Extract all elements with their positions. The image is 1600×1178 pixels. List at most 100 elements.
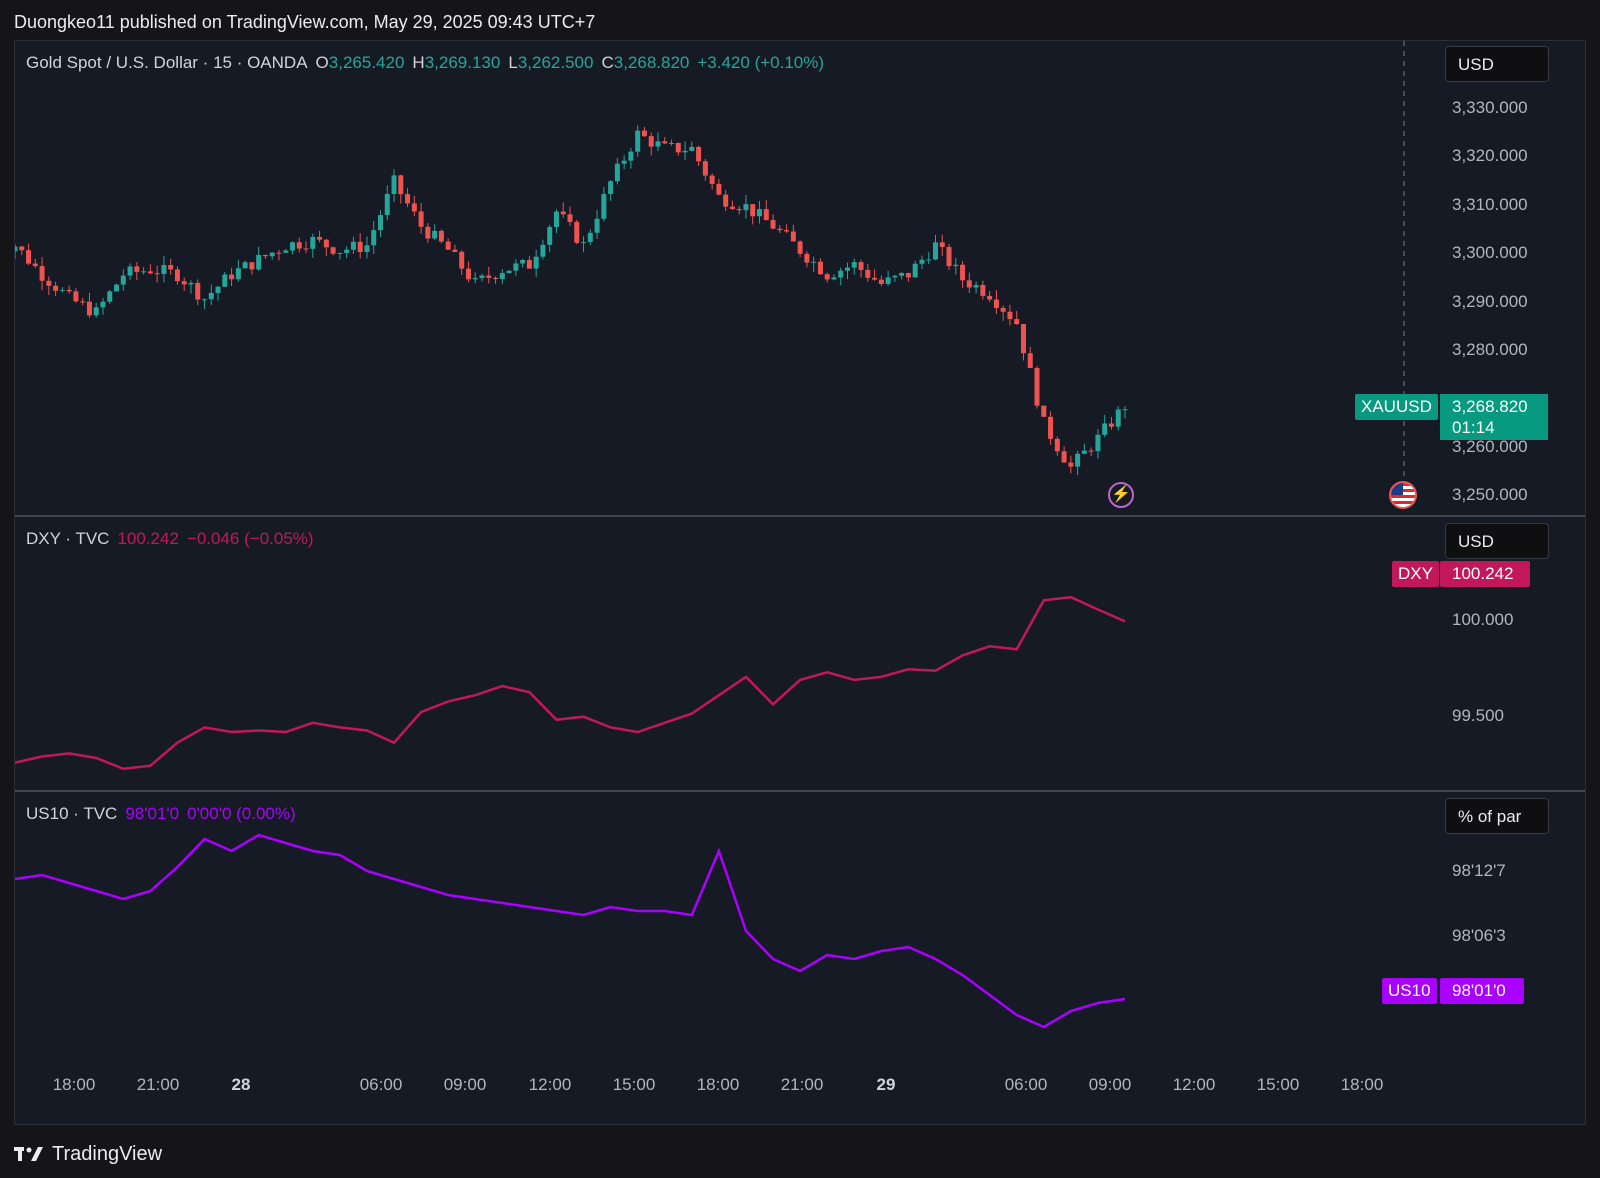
candle-body xyxy=(344,249,350,253)
candle-body xyxy=(513,263,519,271)
xauusd-price-value: 3,268.820 xyxy=(1452,397,1528,416)
candle-body xyxy=(168,265,174,270)
dxy-symbol[interactable]: DXY · TVC xyxy=(26,529,109,548)
time-axis-label: 18:00 xyxy=(696,1075,740,1094)
chart-canvas[interactable] xyxy=(15,41,1585,1124)
candle-body xyxy=(885,277,891,284)
candle-body xyxy=(689,146,695,151)
candle-body xyxy=(445,241,451,250)
time-axis-label: 18:00 xyxy=(1340,1075,1384,1094)
candle-body xyxy=(709,175,715,184)
candle-body xyxy=(398,175,404,195)
candle-body xyxy=(506,270,512,274)
candle-body xyxy=(93,307,99,316)
candle-body xyxy=(1007,311,1013,320)
candle-body xyxy=(533,256,539,269)
candle-body xyxy=(932,242,938,260)
candle-body xyxy=(648,136,654,147)
candle-body xyxy=(208,293,214,300)
candle-body xyxy=(19,246,25,251)
us10-symbol[interactable]: US10 · TVC xyxy=(26,804,117,823)
c-label: C xyxy=(601,53,614,72)
time-axis-label: 28 xyxy=(231,1075,251,1094)
xau-legend[interactable]: Gold Spot / U.S. Dollar · 15 · OANDA O3,2… xyxy=(26,53,832,73)
candle-body xyxy=(662,141,668,144)
dxy-unit-button[interactable]: USD xyxy=(1445,523,1549,559)
candle-body xyxy=(438,230,444,242)
candle-body xyxy=(817,261,823,275)
candle-body xyxy=(296,242,302,249)
candle-body xyxy=(939,242,945,247)
time-axis-label: 06:00 xyxy=(359,1075,403,1094)
xauusd-countdown: 01:14 xyxy=(1452,418,1495,437)
candle-body xyxy=(1020,324,1026,354)
candle-body xyxy=(15,246,18,252)
chart-frame[interactable]: Gold Spot / U.S. Dollar · 15 · OANDA O3,2… xyxy=(14,40,1586,1125)
candle-body xyxy=(581,242,587,244)
candle-body xyxy=(878,279,884,284)
candle-body xyxy=(553,211,559,227)
candle-body xyxy=(174,269,180,282)
candle-body xyxy=(80,301,86,303)
time-axis-label: 09:00 xyxy=(1088,1075,1132,1094)
candle-body xyxy=(1061,451,1067,463)
candle-body xyxy=(1048,416,1054,439)
candle-body xyxy=(465,268,471,280)
us10-symbol-tag: US10 xyxy=(1382,978,1437,1004)
candle-body xyxy=(1095,434,1101,452)
candle-body xyxy=(371,230,377,246)
candle-body xyxy=(872,277,878,280)
o-value: 3,265.420 xyxy=(328,53,405,72)
candle-body xyxy=(26,250,32,264)
candle-body xyxy=(134,266,140,272)
candle-body xyxy=(337,252,343,254)
main-axis-label: 3,300.000 xyxy=(1452,243,1528,262)
candle-body xyxy=(364,245,370,252)
candle-body xyxy=(608,181,614,194)
candle-body xyxy=(283,250,289,253)
us10-unit-button[interactable]: % of par xyxy=(1445,798,1549,834)
lightning-event-icon[interactable]: ⚡ xyxy=(1108,482,1134,508)
candle-body xyxy=(601,193,607,219)
candle-body xyxy=(202,299,208,301)
dxy-line xyxy=(15,595,1126,771)
candle-body xyxy=(391,175,397,194)
candle-body xyxy=(256,254,262,270)
publisher-caption: Duongkeo11 published on TradingView.com,… xyxy=(14,12,596,32)
candle-body xyxy=(574,221,580,243)
main-unit-button[interactable]: USD xyxy=(1445,46,1549,82)
candle-body xyxy=(614,163,620,182)
footer-brand[interactable]: TradingView xyxy=(14,1143,162,1166)
candle-body xyxy=(892,275,898,278)
candle-body xyxy=(669,143,675,145)
candle-body xyxy=(229,274,235,280)
candle-body xyxy=(73,291,79,302)
candle-body xyxy=(845,267,850,271)
candle-body xyxy=(905,272,911,278)
candle-body xyxy=(831,277,837,280)
candle-body xyxy=(1041,405,1047,417)
candle-body xyxy=(1102,423,1108,435)
us-flag-icon[interactable] xyxy=(1389,481,1417,509)
candle-body xyxy=(993,299,999,309)
xauusd-symbol-tag: XAUUSD xyxy=(1355,394,1438,420)
candle-body xyxy=(486,275,492,278)
us10-legend[interactable]: US10 · TVC 98'01'0 0'00'0 (0.00%) xyxy=(26,804,304,824)
xau-symbol[interactable]: Gold Spot / U.S. Dollar · 15 · OANDA xyxy=(26,53,308,72)
time-axis-label: 15:00 xyxy=(612,1075,656,1094)
candle-body xyxy=(702,161,708,176)
candle-body xyxy=(46,280,52,286)
us10-price-tag: 98'01'0 xyxy=(1440,978,1524,1004)
candle-body xyxy=(547,226,553,245)
candle-body xyxy=(946,246,952,267)
candle-body xyxy=(594,218,600,233)
candle-body xyxy=(980,285,986,296)
candle-body xyxy=(587,232,593,243)
candle-body xyxy=(838,270,844,278)
dxy-legend[interactable]: DXY · TVC 100.242 −0.046 (−0.05%) xyxy=(26,529,322,549)
candle-body xyxy=(635,130,641,152)
main-axis-label: 3,250.000 xyxy=(1452,485,1528,504)
candle-body xyxy=(114,284,120,292)
candle-body xyxy=(452,249,458,252)
candle-body xyxy=(269,252,275,257)
